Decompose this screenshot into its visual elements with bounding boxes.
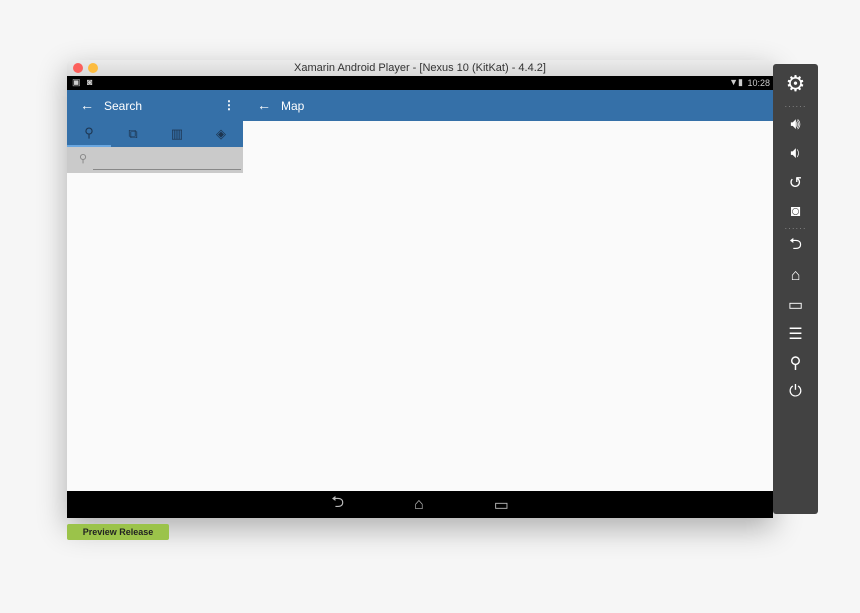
more-options-icon[interactable]: ⋮	[223, 98, 235, 112]
search-bar: ⚲	[67, 147, 243, 173]
rotate-icon[interactable]: ↺	[773, 168, 818, 197]
search-input[interactable]	[93, 151, 241, 170]
preview-release-badge[interactable]: Preview Release	[67, 524, 169, 540]
tab-map[interactable]: ▥	[155, 121, 199, 147]
layers-icon: ◈	[216, 126, 226, 141]
window-title: Xamarin Android Player - [Nexus 10 (KitK…	[294, 62, 546, 74]
gallery-icon: ⧉	[128, 126, 138, 141]
tab-search[interactable]: ⚲	[67, 121, 111, 147]
search-icon: ⚲	[84, 125, 94, 140]
search-pane: ⚲ ⧉ ▥ ◈ ⚲	[67, 121, 243, 173]
title-bar: Xamarin Android Player - [Nexus 10 (KitK…	[67, 60, 773, 76]
close-button[interactable]	[73, 63, 83, 73]
nav-recent-icon[interactable]: ▭	[494, 495, 509, 515]
back-icon[interactable]: ⮌	[773, 232, 818, 261]
back-arrow-icon[interactable]: ←	[80, 97, 94, 113]
menu-icon[interactable]: ☰	[773, 319, 818, 348]
tab-gallery[interactable]: ⧉	[111, 121, 155, 147]
search-field-icon: ⚲	[79, 153, 88, 165]
android-nav-bar: ⮌ ⌂ ▭	[67, 491, 773, 518]
map-view[interactable]	[243, 121, 773, 491]
tab-bar: ⚲ ⧉ ▥ ◈	[67, 121, 243, 147]
home-icon[interactable]: ⌂	[773, 261, 818, 290]
status-bar: ▣ ◙ ▼▮ 10:28	[67, 76, 773, 90]
volume-up-icon[interactable]: 🔊︎	[773, 110, 818, 139]
emulator-side-panel: ⚙ ······ 🔊︎ 🔉︎ ↺ ◙ ······ ⮌ ⌂ ▭ ☰ ⚲ ⏻	[773, 64, 818, 514]
tab-layers[interactable]: ◈	[199, 121, 243, 147]
map-back-arrow-icon[interactable]: ←	[257, 97, 271, 113]
map-icon: ▥	[170, 126, 184, 141]
app-bar: ← Search ⋮ ← Map	[67, 90, 773, 121]
nav-home-icon[interactable]: ⌂	[414, 496, 424, 514]
minimize-button[interactable]	[88, 63, 98, 73]
settings-icon[interactable]: ⚙	[773, 64, 818, 104]
recent-apps-icon[interactable]: ▭	[773, 290, 818, 319]
map-title: Map	[281, 99, 305, 113]
emulator-window: Xamarin Android Player - [Nexus 10 (KitK…	[67, 60, 773, 518]
notification-icon: ◙	[87, 77, 93, 87]
search-pane-title: Search	[104, 99, 143, 113]
calendar-icon: ▣	[72, 77, 81, 87]
clock: 10:28	[747, 78, 770, 88]
wifi-battery-icon: ▼▮	[729, 77, 743, 87]
camera-icon[interactable]: ◙	[773, 197, 818, 226]
search-icon[interactable]: ⚲	[773, 348, 818, 377]
volume-down-icon[interactable]: 🔉︎	[773, 139, 818, 168]
power-icon[interactable]: ⏻	[773, 377, 818, 406]
nav-back-icon[interactable]: ⮌	[331, 491, 344, 518]
